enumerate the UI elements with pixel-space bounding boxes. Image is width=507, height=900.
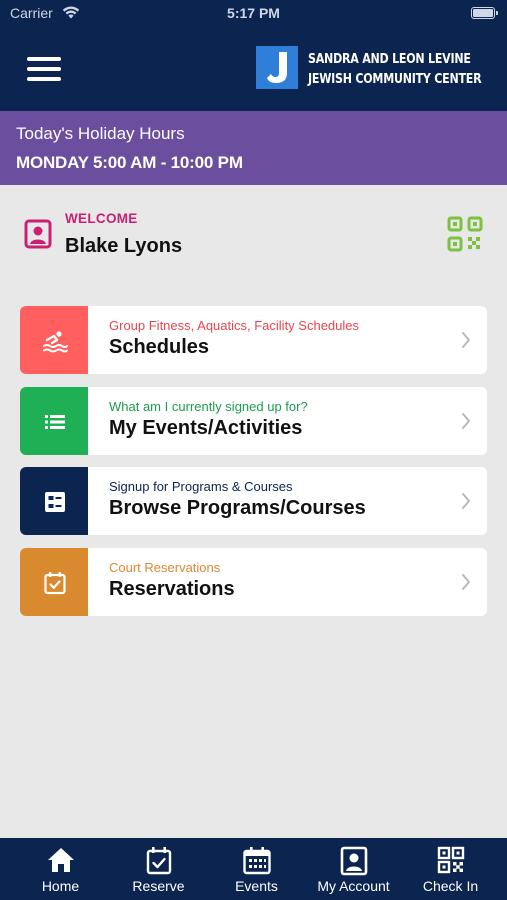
calendar-check-icon [44,572,66,595]
qr-code-icon [437,846,464,874]
logo-line1: SANDRA AND LEON LEVINE [308,51,471,67]
account-icon [340,846,367,876]
chevron-right-icon [461,412,471,435]
menu-icon-line [27,67,61,71]
tab-label: Reserve [132,878,185,894]
card-subtitle: Court Reservations [109,560,221,575]
welcome-section: WELCOME Blake Lyons [0,200,507,270]
tab-label: My Account [317,878,390,894]
my-events-card[interactable]: What am I currently signed up for? My Ev… [20,387,487,455]
reservations-card[interactable]: Court Reservations Reservations [20,548,487,616]
logo-mark [256,46,298,89]
menu-icon-line [27,57,61,61]
list-icon [45,415,65,429]
calendar-icon [242,847,271,875]
status-bar: Carrier 5:17 PM [0,5,507,23]
card-title: My Events/Activities [109,417,303,439]
chevron-right-icon [461,573,471,596]
tab-label: Check In [422,878,479,894]
holiday-title: Today's Holiday Hours [16,124,185,143]
tab-bar: Home Reserve Events My Account Check In [0,838,507,900]
user-badge-icon [24,219,52,254]
battery-icon [471,7,498,19]
jcc-logo: SANDRA AND LEON LEVINE JEWISH COMMUNITY … [256,46,496,90]
tab-reserve[interactable]: Reserve [108,838,209,900]
swimming-icon [43,331,68,353]
card-icon-tile [20,548,88,616]
menu-icon-line [27,77,61,81]
tab-home[interactable]: Home [10,838,111,900]
schedules-card[interactable]: Group Fitness, Aquatics, Facility Schedu… [20,306,487,374]
card-icon-tile [20,467,88,535]
card-subtitle: Signup for Programs & Courses [109,479,293,494]
menu-button[interactable] [27,57,61,81]
clock: 5:17 PM [227,5,280,21]
card-title: Schedules [109,336,210,358]
card-subtitle: What am I currently signed up for? [109,399,308,414]
logo-line2: JEWISH COMMUNITY CENTER [308,71,482,87]
tab-my-account[interactable]: My Account [303,838,404,900]
user-name: Blake Lyons [65,235,183,257]
holiday-hours: MONDAY 5:00 AM - 10:00 PM [16,153,243,172]
card-title: Reservations [109,578,235,600]
welcome-label: WELCOME [65,211,138,226]
calendar-check-icon [146,847,171,875]
tab-label: Events [235,878,278,894]
browse-programs-card[interactable]: Signup for Programs & Courses Browse Pro… [20,467,487,535]
card-subtitle: Group Fitness, Aquatics, Facility Schedu… [109,318,360,333]
tab-events[interactable]: Events [206,838,307,900]
app-header: Carrier 5:17 PM SANDRA AND LEON LEVINE J… [0,0,507,111]
home-icon [47,848,74,872]
qr-code-icon[interactable] [447,216,483,257]
tab-label: Home [41,878,80,894]
card-title: Browse Programs/Courses [109,497,366,519]
logo-text: SANDRA AND LEON LEVINE JEWISH COMMUNITY … [308,49,482,89]
form-icon [45,492,65,512]
chevron-right-icon [461,331,471,354]
card-icon-tile [20,387,88,455]
chevron-right-icon [461,492,471,515]
holiday-hours-banner: Today's Holiday Hours MONDAY 5:00 AM - 1… [0,111,507,185]
card-icon-tile [20,306,88,374]
tab-check-in[interactable]: Check In [400,838,501,900]
